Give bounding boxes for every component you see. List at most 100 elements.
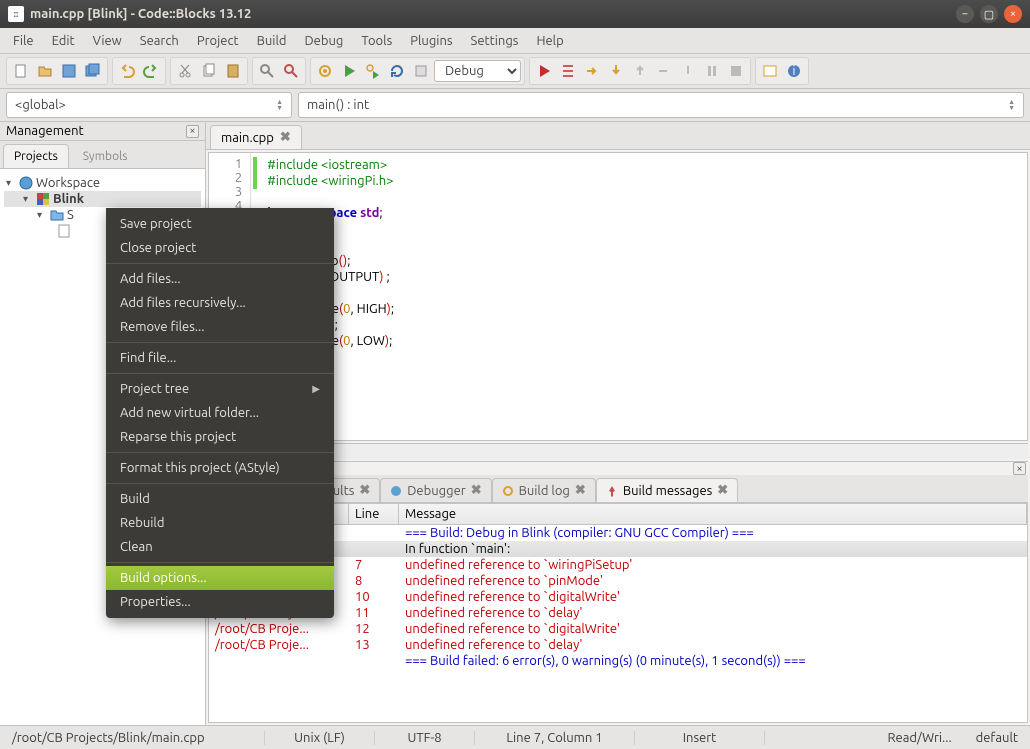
minimize-button[interactable]: − — [956, 5, 974, 23]
context-menu-item[interactable]: Clean — [106, 535, 334, 559]
save-all-icon[interactable] — [82, 60, 104, 82]
window-title: main.cpp [Blink] - Code::Blocks 13.12 — [30, 7, 251, 21]
step-into-icon[interactable] — [605, 60, 627, 82]
panel-close-icon[interactable]: × — [186, 125, 199, 138]
tab-symbols[interactable]: Symbols — [72, 144, 139, 168]
menu-view[interactable]: View — [86, 31, 129, 51]
stop-debug-icon[interactable] — [725, 60, 747, 82]
cut-icon[interactable] — [174, 60, 196, 82]
project-icon — [36, 192, 50, 206]
pin-icon — [606, 485, 618, 497]
debug-run-icon[interactable] — [533, 60, 555, 82]
management-title: Management — [6, 124, 84, 138]
context-menu-item[interactable]: Format this project (AStyle) — [106, 456, 334, 480]
log-row[interactable]: /root/CB Proje...12undefined reference t… — [209, 621, 1027, 637]
undo-icon[interactable] — [116, 60, 138, 82]
scope-combo[interactable]: <global> ▲▼ — [6, 92, 292, 118]
abort-icon[interactable] — [410, 60, 432, 82]
statusbar: /root/CB Projects/Blink/main.cpp Unix (L… — [0, 725, 1030, 749]
tree-project[interactable]: ▾ Blink — [4, 191, 201, 207]
menu-settings[interactable]: Settings — [464, 31, 526, 51]
open-file-icon[interactable] — [34, 60, 56, 82]
copy-icon[interactable] — [198, 60, 220, 82]
status-readwrite: Read/Wri... — [875, 731, 963, 745]
menu-edit[interactable]: Edit — [45, 31, 82, 51]
info-icon[interactable]: i — [783, 60, 805, 82]
bug-icon — [390, 485, 402, 497]
menu-separator — [106, 373, 334, 374]
maximize-button[interactable]: ▢ — [980, 5, 998, 23]
log-tab-buildlog[interactable]: Build log✖ — [492, 478, 596, 502]
save-icon[interactable] — [58, 60, 80, 82]
log-row[interactable]: /root/CB Proje...13undefined reference t… — [209, 637, 1027, 653]
tree-workspace[interactable]: ▾ Workspace — [4, 175, 201, 191]
step-out-icon[interactable] — [629, 60, 651, 82]
svg-text:i: i — [792, 64, 795, 78]
menu-separator — [106, 483, 334, 484]
build-run-icon[interactable] — [362, 60, 384, 82]
app-icon: :: — [8, 6, 24, 22]
step-into-instr-icon[interactable] — [677, 60, 699, 82]
tab-close-icon[interactable]: ✖ — [280, 130, 291, 145]
context-menu-item[interactable]: Reparse this project — [106, 425, 334, 449]
new-file-icon[interactable] — [10, 60, 32, 82]
menu-help[interactable]: Help — [529, 31, 570, 51]
menu-file[interactable]: File — [6, 31, 41, 51]
status-insert: Insert — [635, 731, 765, 745]
log-row[interactable]: === Build failed: 6 error(s), 0 warning(… — [209, 653, 1027, 669]
context-menu-item[interactable]: Remove files... — [106, 315, 334, 339]
build-target-select[interactable]: Debug — [434, 60, 521, 82]
replace-icon[interactable] — [280, 60, 302, 82]
context-menu-item[interactable]: Properties... — [106, 590, 334, 614]
gear-icon — [502, 485, 514, 497]
folder-icon — [50, 208, 64, 222]
redo-icon[interactable] — [140, 60, 162, 82]
menu-separator — [106, 342, 334, 343]
function-combo[interactable]: main() : int ▲▼ — [298, 92, 1024, 118]
rebuild-icon[interactable] — [386, 60, 408, 82]
project-context-menu[interactable]: Save projectClose projectAdd files...Add… — [106, 208, 334, 618]
code-content[interactable]: #include <iostream> #include <wiringPi.h… — [259, 153, 1027, 440]
close-button[interactable]: × — [1004, 5, 1022, 23]
run-icon[interactable] — [338, 60, 360, 82]
menu-plugins[interactable]: Plugins — [403, 31, 459, 51]
log-tab-debugger[interactable]: Debugger✖ — [380, 478, 491, 502]
next-instr-icon[interactable] — [653, 60, 675, 82]
context-menu-item[interactable]: Find file... — [106, 346, 334, 370]
break-icon[interactable] — [701, 60, 723, 82]
logs-close-icon[interactable]: × — [1013, 462, 1026, 475]
context-menu-item[interactable]: Build — [106, 487, 334, 511]
menu-search[interactable]: Search — [133, 31, 186, 51]
context-menu-item[interactable]: Add files recursively... — [106, 291, 334, 315]
context-menu-item[interactable]: Rebuild — [106, 511, 334, 535]
debug-windows-icon[interactable] — [759, 60, 781, 82]
run-to-cursor-icon[interactable] — [557, 60, 579, 82]
find-icon[interactable] — [256, 60, 278, 82]
context-menu-item[interactable]: Add new virtual folder... — [106, 401, 334, 425]
context-menu-item[interactable]: Build options... — [106, 566, 334, 590]
next-line-icon[interactable] — [581, 60, 603, 82]
menu-tools[interactable]: Tools — [354, 31, 399, 51]
combo-arrows-icon: ▲▼ — [276, 99, 283, 111]
context-menu-item[interactable]: Add files... — [106, 267, 334, 291]
context-menu-item[interactable]: Project tree▶ — [106, 377, 334, 401]
tab-projects[interactable]: Projects — [3, 144, 69, 168]
scope-value: <global> — [15, 98, 66, 112]
status-path: /root/CB Projects/Blink/main.cpp — [0, 731, 265, 745]
titlebar: :: main.cpp [Blink] - Code::Blocks 13.12… — [0, 0, 1030, 28]
log-tab-buildmsg[interactable]: Build messages✖ — [596, 478, 738, 502]
menu-debug[interactable]: Debug — [297, 31, 350, 51]
context-menu-item[interactable]: Close project — [106, 236, 334, 260]
menubar: File Edit View Search Project Build Debu… — [0, 28, 1030, 54]
file-icon — [57, 224, 71, 238]
menu-separator — [106, 452, 334, 453]
combo-arrows-icon: ▲▼ — [1008, 99, 1015, 111]
function-value: main() : int — [307, 98, 369, 112]
build-icon[interactable] — [314, 60, 336, 82]
context-menu-item[interactable]: Save project — [106, 212, 334, 236]
menu-project[interactable]: Project — [190, 31, 246, 51]
paste-icon[interactable] — [222, 60, 244, 82]
menu-build[interactable]: Build — [250, 31, 294, 51]
menu-separator — [106, 263, 334, 264]
editor-tab-main[interactable]: main.cpp ✖ — [210, 125, 302, 149]
